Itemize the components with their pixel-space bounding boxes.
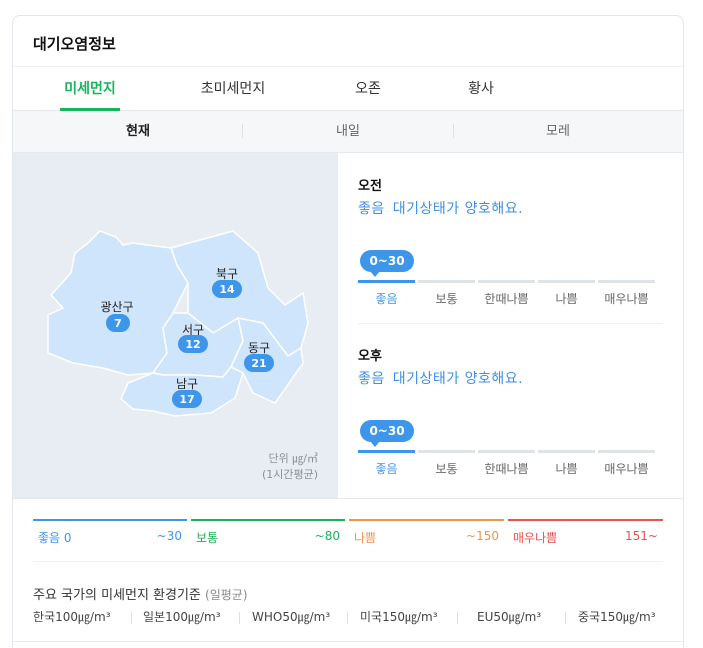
- legend-bad: 나쁨 ~150: [349, 519, 504, 549]
- tab-ultrafine-dust[interactable]: 초미세먼지: [193, 67, 273, 111]
- legend-normal: 보통 ~80: [191, 519, 345, 549]
- district-name-gwangsan: 광산구: [100, 300, 133, 314]
- period-pm-label: 오후: [358, 349, 382, 364]
- legend-divider: [33, 561, 663, 562]
- day-tomorrow[interactable]: 내일: [233, 111, 463, 153]
- unit-label: 단위 ㎍/㎥: [268, 452, 318, 465]
- am-range-bubble: 0~30: [360, 250, 414, 277]
- standard-who: WHO50㎍/m³: [252, 610, 331, 624]
- legend-very-bad: 매우나쁨 151~: [508, 519, 663, 549]
- pm-scale-segment: [478, 450, 535, 453]
- am-scale-segment: [598, 280, 655, 283]
- standard-divider: [347, 612, 348, 624]
- legend-normal-range: ~80: [314, 529, 340, 543]
- am-scale-label-bad: 나쁨: [555, 292, 578, 306]
- standard-usa: 미국150㎍/m³: [360, 610, 438, 624]
- legend-good-range: ~30: [156, 529, 182, 543]
- standard-japan: 일본100㎍/m³: [143, 610, 221, 624]
- legend-bad-range: ~150: [466, 529, 499, 543]
- day-after-tomorrow[interactable]: 모레: [443, 111, 673, 153]
- standard-china: 중국150㎍/m³: [578, 610, 656, 624]
- pm-message: 대기상태가 양호해요.: [392, 371, 524, 387]
- map-unit-note: 단위 ㎍/㎥ (1시간평균): [262, 451, 318, 483]
- am-message: 대기상태가 양호해요.: [392, 201, 524, 217]
- am-scale-segment: [418, 280, 475, 283]
- standards-title-text: 주요 국가의 미세먼지 환경기준: [33, 588, 201, 603]
- district-value-nam: 17: [179, 393, 194, 406]
- tab-yellow-dust[interactable]: 황사: [461, 67, 501, 111]
- standards-title: 주요 국가의 미세먼지 환경기준 (일평균): [33, 584, 248, 603]
- district-value-gwangsan: 7: [114, 317, 122, 330]
- forecast-panel: 오전 좋음 대기상태가 양호해요. 0~30 좋음 보통 한때나쁨 나쁨 매우나쁨…: [338, 153, 683, 498]
- air-pollution-card: 대기오염정보 미세먼지 초미세먼지 오존 황사 현재 내일 모레 광산구 7 북…: [12, 15, 684, 648]
- district-value-buk: 14: [219, 283, 235, 296]
- pm-scale-segment: [598, 450, 655, 453]
- am-scale-segment: [538, 280, 595, 283]
- standard-divider: [239, 612, 240, 624]
- pm-scale-label-sometimes-bad: 한때나쁨: [484, 462, 529, 476]
- am-scale-segment: [358, 280, 415, 283]
- pm-scale-label-good: 좋음: [375, 462, 398, 476]
- standard-divider: [131, 612, 132, 624]
- pm-scale-segment: [418, 450, 475, 453]
- am-scale-label-very-bad: 매우나쁨: [604, 292, 649, 306]
- tab-fine-dust[interactable]: 미세먼지: [60, 67, 120, 111]
- legend-good: 좋음 0 ~30: [33, 519, 187, 549]
- pm-range-bubble: 0~30: [360, 420, 414, 447]
- legend-bad-label: 나쁨: [354, 531, 377, 545]
- standard-divider: [457, 612, 458, 624]
- legend-good-label: 좋음 0: [38, 531, 72, 545]
- pm-status: 좋음 대기상태가 양호해요.: [358, 368, 523, 388]
- tab-ozone[interactable]: 오존: [348, 67, 388, 111]
- district-value-seo: 12: [185, 338, 200, 351]
- period-am-label: 오전: [358, 179, 382, 194]
- am-scale-label-normal: 보통: [435, 292, 458, 306]
- legend-very-bad-range: 151~: [625, 529, 658, 543]
- legend-normal-label: 보통: [196, 531, 219, 545]
- grade-legend: 좋음 0 ~30 보통 ~80 나쁨 ~150 매우나쁨 151~: [33, 519, 663, 549]
- pm-grade: 좋음: [358, 371, 385, 387]
- standards-list: 한국100㎍/m³ 일본100㎍/m³ WHO50㎍/m³ 미국150㎍/m³ …: [33, 608, 663, 628]
- pm-scale: 0~30 좋음 보통 한때나쁨 나쁨 매우나쁨: [358, 420, 658, 480]
- legend-and-standards: 좋음 0 ~30 보통 ~80 나쁨 ~150 매우나쁨 151~ 주요 국가의…: [13, 498, 683, 648]
- district-name-dong: 동구: [248, 341, 270, 355]
- legend-very-bad-label: 매우나쁨: [513, 531, 558, 545]
- am-grade: 좋음: [358, 201, 385, 217]
- pm-scale-label-very-bad: 매우나쁨: [604, 462, 649, 476]
- unit-average-label: (1시간평균): [261, 468, 318, 481]
- forecast-divider: [358, 323, 663, 324]
- am-scale-label-sometimes-bad: 한때나쁨: [484, 292, 529, 306]
- card-title: 대기오염정보: [33, 35, 116, 53]
- pm-scale-segment: [538, 450, 595, 453]
- standard-korea: 한국100㎍/m³: [33, 610, 111, 624]
- district-map: 광산구 7 북구 14 서구 12 동구 21 남구 17 단위 ㎍/㎥ (1시…: [13, 153, 338, 498]
- standard-eu: EU50㎍/m³: [477, 610, 542, 624]
- card-footer-edge: [13, 641, 683, 648]
- am-scale-segment: [478, 280, 535, 283]
- pm-scale-label-bad: 나쁨: [555, 462, 578, 476]
- am-scale-label-good: 좋음: [375, 292, 398, 306]
- am-status: 좋음 대기상태가 양호해요.: [358, 198, 523, 218]
- day-now[interactable]: 현재: [23, 111, 253, 153]
- district-name-nam: 남구: [176, 377, 198, 391]
- standard-divider: [565, 612, 566, 624]
- am-scale: 0~30 좋음 보통 한때나쁨 나쁨 매우나쁨: [358, 250, 658, 310]
- district-value-dong: 21: [251, 357, 266, 370]
- pm-scale-segment: [358, 450, 415, 453]
- district-name-buk: 북구: [216, 267, 238, 281]
- pollutant-tabs: 미세먼지 초미세먼지 오존 황사: [13, 66, 683, 111]
- pm-scale-label-normal: 보통: [435, 462, 458, 476]
- day-selector: 현재 내일 모레: [13, 111, 683, 153]
- district-name-seo: 서구: [182, 323, 204, 337]
- standards-subtitle: (일평균): [205, 588, 248, 602]
